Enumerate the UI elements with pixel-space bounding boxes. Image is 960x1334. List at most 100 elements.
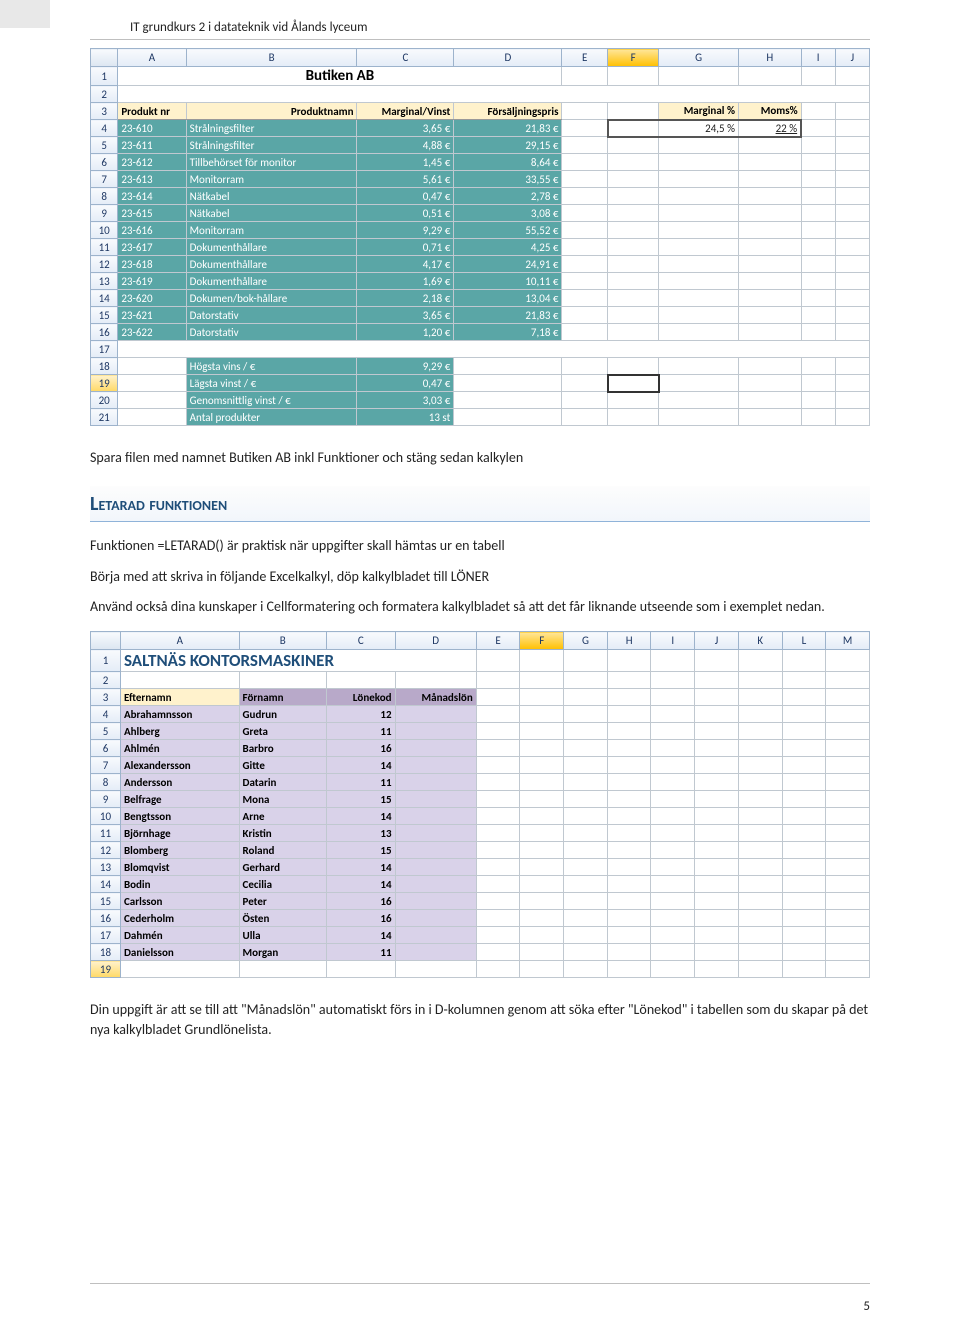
cell-prodnamn: Datorstativ [186, 324, 357, 341]
summary-val: 9,29 € [357, 358, 454, 375]
cell-vinst: 5,61 € [357, 171, 454, 188]
cell-prodnr: 23-620 [118, 290, 186, 307]
cell-vinst: 3,65 € [357, 307, 454, 324]
cell-prodnamn: Dokumenthållare [186, 239, 357, 256]
cell-pris: 29,15 € [454, 137, 562, 154]
col-header-H[interactable]: H [738, 49, 801, 67]
col-header-G[interactable]: G [564, 632, 608, 650]
col-header-H[interactable]: H [607, 632, 651, 650]
cell-prodnamn: Dokumen/bok-hållare [186, 290, 357, 307]
cell-vinst: 1,69 € [357, 273, 454, 290]
cell-efternamn: Carlsson [120, 893, 239, 910]
cell-prodnamn: Strålningsfilter [186, 137, 357, 154]
col-header-D[interactable]: D [454, 49, 562, 67]
col-header-C[interactable]: C [326, 632, 395, 650]
cell-pris: 8,64 € [454, 154, 562, 171]
cell-pris: 21,83 € [454, 120, 562, 137]
col-header-B[interactable]: B [186, 49, 357, 67]
sheet2-title: SALTNÄS KONTORSMASKINER [120, 650, 476, 672]
cell-vinst: 0,51 € [357, 205, 454, 222]
col-header-L[interactable]: L [782, 632, 826, 650]
col-header-B[interactable]: B [239, 632, 326, 650]
col-header-A[interactable]: A [120, 632, 239, 650]
cell-fornamn: Peter [239, 893, 326, 910]
cell-efternamn: Ahlberg [120, 723, 239, 740]
cell-vinst: 4,17 € [357, 256, 454, 273]
heading-letarad: Letarad funktionen [90, 486, 870, 522]
cell-prodnamn: Nätkabel [186, 188, 357, 205]
cell-prodnamn: Monitorram [186, 171, 357, 188]
hdr-produktnr: Produkt nr [118, 103, 186, 120]
cell-pris: 21,83 € [454, 307, 562, 324]
hdr-fornamn: Förnamn [239, 689, 326, 706]
cell-fornamn: Roland [239, 842, 326, 859]
cell-fornamn: Datarin [239, 774, 326, 791]
cell-fornamn: Barbro [239, 740, 326, 757]
hdr-lonekod: Lönekod [326, 689, 395, 706]
col-header-F[interactable]: F [608, 49, 659, 67]
summary-label: Lägsta vinst / € [186, 375, 357, 392]
summary-label: Genomsnittlig vinst / € [186, 392, 357, 409]
para-start-excel: Börja med att skriva in följande Excelka… [90, 567, 870, 587]
hdr-marginalpct: Marginal % [659, 103, 739, 120]
cell-prodnr: 23-613 [118, 171, 186, 188]
cell-lonekod: 13 [326, 825, 395, 842]
para-cellformat: Använd också dina kunskaper i Cellformat… [90, 597, 870, 617]
cell-fornamn: Östen [239, 910, 326, 927]
cell-fornamn: Gitte [239, 757, 326, 774]
col-header-C[interactable]: C [357, 49, 454, 67]
col-header-F[interactable]: F [520, 632, 564, 650]
cell-prodnamn: Strålningsfilter [186, 120, 357, 137]
summary-label: Antal produkter [186, 409, 357, 426]
para-save-file: Spara filen med namnet Butiken AB inkl F… [90, 448, 870, 468]
col-header-E[interactable]: E [562, 49, 608, 67]
col-header-A[interactable]: A [118, 49, 186, 67]
cell-prodnr: 23-615 [118, 205, 186, 222]
cell-prodnr: 23-611 [118, 137, 186, 154]
cell-fornamn: Greta [239, 723, 326, 740]
cell-vinst: 9,29 € [357, 222, 454, 239]
summary-val: 3,03 € [357, 392, 454, 409]
cell-efternamn: Abrahamnsson [120, 706, 239, 723]
cell-lonekod: 14 [326, 859, 395, 876]
cell-efternamn: Belfrage [120, 791, 239, 808]
cell-prodnr: 23-614 [118, 188, 186, 205]
spreadsheet-butiken: ABCDEFGHIJ1Butiken AB23Produkt nrProdukt… [90, 48, 870, 426]
cell-lonekod: 14 [326, 876, 395, 893]
cell-pris: 33,55 € [454, 171, 562, 188]
cell-prodnr: 23-610 [118, 120, 186, 137]
cell-lonekod: 16 [326, 910, 395, 927]
cell-efternamn: Blomberg [120, 842, 239, 859]
col-header-I[interactable]: I [801, 49, 835, 67]
cell-prodnr: 23-618 [118, 256, 186, 273]
hdr-efternamn: Efternamn [120, 689, 239, 706]
cell-vinst: 1,20 € [357, 324, 454, 341]
cell-fornamn: Gerhard [239, 859, 326, 876]
cell-vinst: 3,65 € [357, 120, 454, 137]
cell-prodnamn: Tillbehörset för monitor [186, 154, 357, 171]
cell-fornamn: Cecilia [239, 876, 326, 893]
active-cell[interactable] [608, 375, 659, 392]
para-task: Din uppgift är att se till att "Månadslö… [90, 1000, 870, 1041]
cell-lonekod: 12 [326, 706, 395, 723]
cell-fornamn: Arne [239, 808, 326, 825]
col-header-G[interactable]: G [659, 49, 739, 67]
cell-efternamn: Dahmén [120, 927, 239, 944]
sheet1-title: Butiken AB [118, 67, 562, 86]
col-header-J[interactable]: J [695, 632, 739, 650]
col-header-J[interactable]: J [835, 49, 869, 67]
summary-label: Högsta vins / € [186, 358, 357, 375]
col-header-I[interactable]: I [651, 632, 695, 650]
col-header-D[interactable]: D [395, 632, 476, 650]
cell-lonekod: 14 [326, 757, 395, 774]
cell-lonekod: 16 [326, 740, 395, 757]
cell-efternamn: Ahlmén [120, 740, 239, 757]
cell-pris: 10,11 € [454, 273, 562, 290]
cell-prodnr: 23-622 [118, 324, 186, 341]
col-header-K[interactable]: K [738, 632, 782, 650]
cell-prodnr: 23-617 [118, 239, 186, 256]
col-header-E[interactable]: E [476, 632, 520, 650]
doc-header: IT grundkurs 2 i datateknik vid Ålands l… [90, 0, 870, 40]
col-header-M[interactable]: M [826, 632, 870, 650]
cell-prodnamn: Dokumenthållare [186, 273, 357, 290]
